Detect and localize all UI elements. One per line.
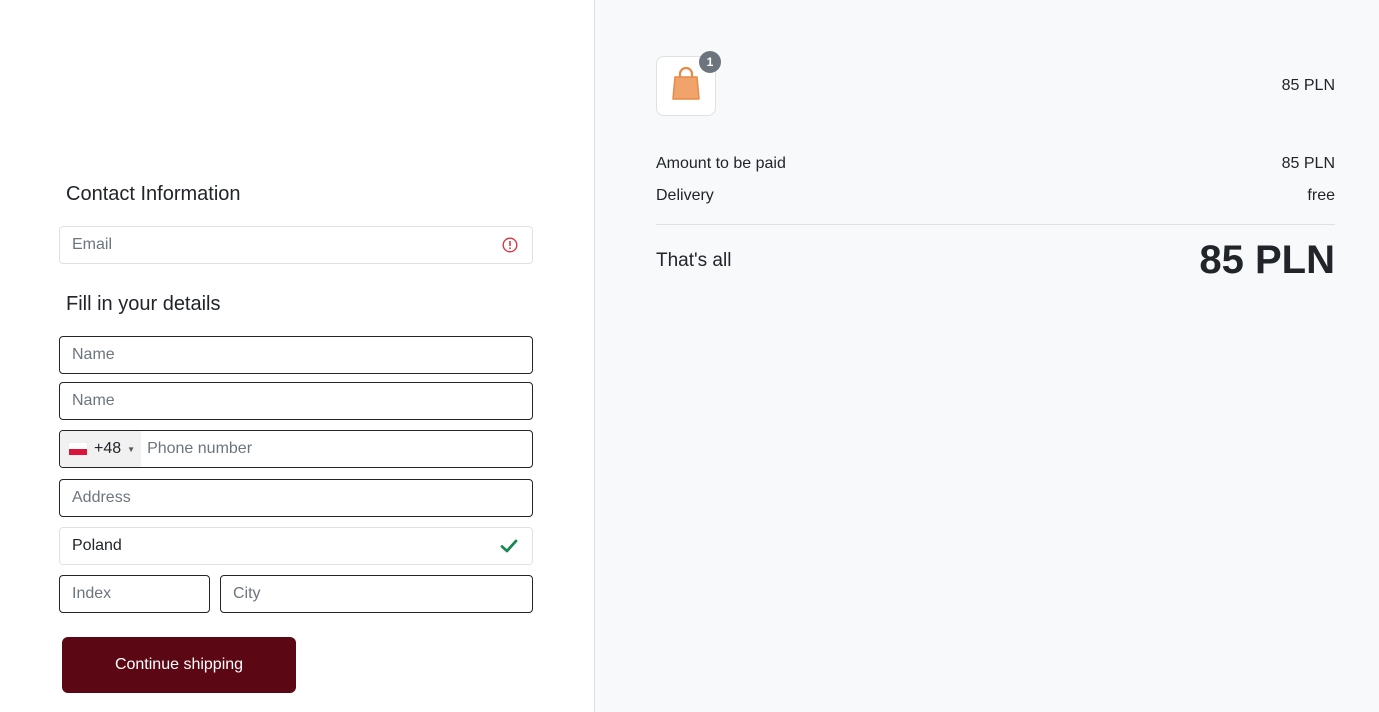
email-field[interactable]: Email [59,226,533,264]
email-placeholder: Email [72,236,113,253]
country-code-selector[interactable]: +48 ▼ [60,431,142,467]
last-name-placeholder: Name [72,392,115,409]
first-name-placeholder: Name [72,346,115,363]
index-placeholder: Index [72,585,112,602]
address-field[interactable]: Address [59,479,533,517]
total-label: That's all [656,249,732,271]
total-value: 85 PLN [1199,238,1335,282]
poland-flag-icon [68,442,88,456]
amount-row: Amount to be paid 85 PLN [656,155,1335,173]
caret-down-icon: ▼ [127,444,136,454]
first-name-field[interactable]: Name [59,336,533,374]
total-row: That's all 85 PLN [656,238,1335,283]
quantity-badge: 1 [699,51,721,73]
delivery-value: free [1307,187,1335,204]
contact-heading: Contact Information [66,183,241,205]
phone-placeholder: Phone number [147,440,253,457]
checkout-form-panel: Contact Information Email Fill in your d… [0,0,594,712]
amount-label: Amount to be paid [656,155,786,172]
index-field[interactable]: Index [59,575,210,613]
check-icon [500,538,518,554]
continue-shipping-button[interactable]: Continue shipping [62,637,296,693]
details-heading: Fill in your details [66,293,221,315]
country-code: +48 [94,440,122,457]
city-field[interactable]: City [220,575,533,613]
item-price-row: 85 PLN [656,77,1335,95]
amount-value: 85 PLN [1281,155,1335,172]
country-value: Poland [72,537,122,554]
alert-circle-icon [502,237,518,253]
address-placeholder: Address [72,489,131,506]
summary-divider [656,224,1335,225]
country-field[interactable]: Poland [59,527,533,565]
delivery-label: Delivery [656,187,714,204]
order-summary-panel: 1 85 PLN Amount to be paid 85 PLN Delive… [594,0,1379,712]
city-placeholder: City [233,585,261,602]
item-price: 85 PLN [1281,77,1335,94]
last-name-field[interactable]: Name [59,382,533,420]
phone-field[interactable]: +48 ▼ Phone number [59,430,533,468]
delivery-row: Delivery free [656,187,1335,205]
